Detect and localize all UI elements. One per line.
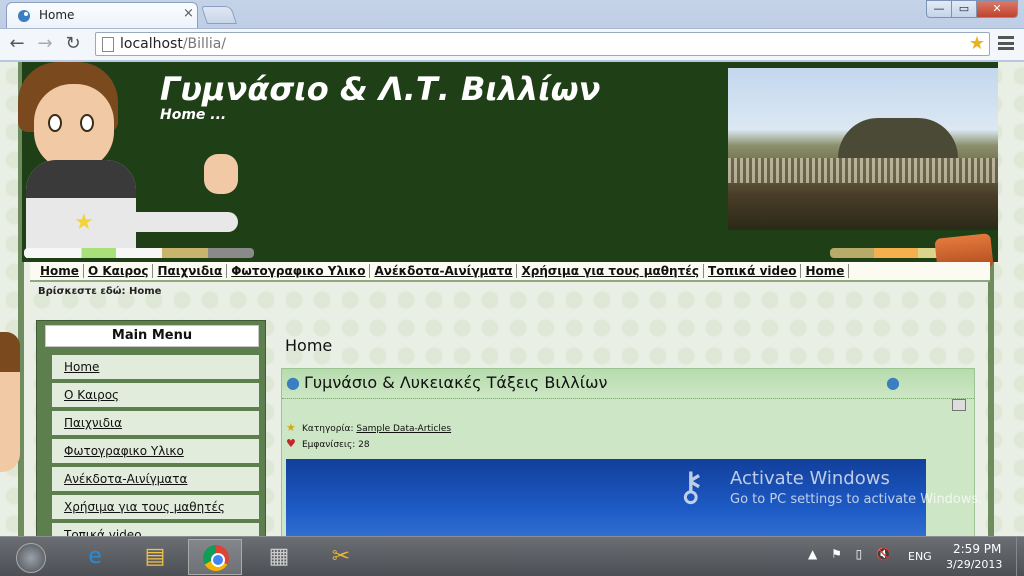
browser-tab[interactable]: Home × [6,2,198,28]
top-navigation: Home Ο Καιρος Παιχνιδια Φωτογραφικο Υλικο Αν… [30,262,990,282]
windows-taskbar: e ▤ ▦ ✂ ▲ ⚑ ▯ 🔇 ENG 2:59 PM 3/29/2013 [0,536,1024,576]
close-window-button[interactable]: ✕ [976,0,1018,18]
article-title: Γυμνάσιο & Λυκειακές Τάξεις Βιλλίων [304,373,608,392]
bookmark-star-icon[interactable]: ★ [969,33,985,54]
main-menu: Main Menu Home Ο Καιρος Παιχνιδια Φωτογρ… [36,320,266,536]
article-category: ★ Κατηγορία: Sample Data-Articles [286,421,451,434]
menu-item-label[interactable]: Χρήσιμα για τους μαθητές [64,500,225,514]
menu-item-label[interactable]: Ο Καιρος [64,388,119,402]
key-icon: ⚷ [676,464,706,510]
joomla-bird-icon: ● [886,373,900,392]
maximize-button[interactable]: ▭ [951,0,977,18]
show-desktop-button[interactable] [1016,537,1024,576]
nav-jokes[interactable]: Ανέκδοτα-Αινίγματα [370,264,518,278]
tab-close-icon[interactable]: × [183,6,194,21]
system-tray: ▲ ⚑ ▯ 🔇 [808,547,901,561]
nav-home[interactable]: Home [36,264,84,278]
nav-photos[interactable]: Φωτογραφικο Υλικο [227,264,371,278]
menu-item-local-video[interactable]: Τοπικά video [47,523,259,536]
article-title-bar: ● Γυμνάσιο & Λυκειακές Τάξεις Βιλλίων ● [282,369,974,399]
watermark-title: Activate Windows [730,468,890,489]
menu-item-home[interactable]: Home [47,355,259,379]
minimize-button[interactable]: — [926,0,952,18]
chrome-menu-icon[interactable] [998,36,1014,50]
nav-games[interactable]: Παιχνιδια [153,264,228,278]
category-label: Κατηγορία: [302,424,354,434]
chrome-icon [203,545,229,571]
internet-explorer-icon[interactable]: e [68,539,122,575]
browser-titlebar: Home × — ▭ ✕ ← → ↻ localhost/Billia/ ★ [0,0,1024,62]
main-menu-title: Main Menu [45,325,259,347]
print-icon[interactable] [952,399,966,411]
nav-items: Home Ο Καιρος Παιχνιδια Φωτογραφικο Υλικο Αν… [36,264,850,278]
character-shirt: ★ [26,160,136,258]
file-explorer-icon[interactable]: ▤ [128,539,182,575]
menu-item-label[interactable]: Φωτογραφικο Υλικο [64,444,184,458]
category-link[interactable]: Sample Data-Articles [356,424,451,434]
menu-item-label[interactable]: Παιχνιδια [64,416,122,430]
character-eye [80,114,94,132]
crayons-image [830,248,940,258]
article-hits: ♥ Εμφανίσεις: 28 [286,437,370,450]
menu-item-label[interactable]: Home [64,360,99,374]
activate-windows-watermark: ⚷ Activate Windows Go to PC settings to … [676,464,996,524]
start-button[interactable] [16,543,46,573]
page-title: Home [285,336,333,355]
character-face [34,84,114,170]
menu-item-label[interactable]: Ανέκδοτα-Αινίγματα [64,472,187,486]
page-icon [102,37,114,52]
menu-item-jokes[interactable]: Ανέκδοτα-Αινίγματα [47,467,259,491]
url-host: localhost [120,36,183,52]
character-arm [118,212,238,232]
forward-icon[interactable]: → [34,32,56,56]
volume-muted-icon[interactable]: 🔇 [876,547,891,561]
chrome-taskbar-button[interactable] [188,539,242,575]
menu-item-weather[interactable]: Ο Καιρος [47,383,259,407]
back-icon[interactable]: ← [6,32,28,56]
new-tab-button[interactable] [201,6,237,24]
clock-time[interactable]: 2:59 PM [953,542,1001,556]
breadcrumb-label: Βρίσκεστε εδώ: [38,286,126,297]
category-star-icon: ★ [286,421,296,434]
character-thumbs-up [204,154,238,194]
character-sleeves [26,160,136,198]
address-bar[interactable]: localhost/Billia/ ★ [95,32,990,56]
nav-home-2[interactable]: Home [801,264,850,278]
hits-label: Εμφανίσεις: [302,440,356,450]
breadcrumb: Βρίσκεστε εδώ: Home [38,286,161,297]
tools-icon[interactable]: ✂ [314,539,368,575]
menu-item-photos[interactable]: Φωτογραφικο Υλικο [47,439,259,463]
browser-toolbar: ← → ↻ localhost/Billia/ ★ [0,28,1024,60]
hits-count: 28 [358,440,370,450]
joomla-favicon-icon [16,8,32,24]
nav-local-video[interactable]: Τοπικά video [704,264,802,278]
watermark-subtitle: Go to PC settings to activate Windows. [730,492,983,507]
tray-expand-icon[interactable]: ▲ [808,547,817,561]
breadcrumb-current: Home [128,286,162,297]
star-icon: ★ [74,210,94,235]
tab-title: Home [39,8,75,22]
page-viewport: Γυμνάσιο & Λ.Τ. Βιλλίων Home ... ★ Home Ο… [0,62,1024,536]
url-text[interactable]: localhost/Billia/ [120,36,226,52]
nav-student-resources[interactable]: Χρήσιμα για τους μαθητές [517,264,705,278]
url-path: /Billia/ [182,36,227,52]
menu-item-student-resources[interactable]: Χρήσιμα για τους μαθητές [47,495,259,519]
character-eye [48,114,62,132]
battery-icon[interactable]: ▯ [856,547,863,561]
action-center-flag-icon[interactable]: ⚑ [831,547,842,561]
chalk-pieces-image [24,248,254,258]
reload-icon[interactable]: ↻ [62,32,84,56]
heart-icon: ♥ [286,437,296,450]
clock-date[interactable]: 3/29/2013 [946,558,1002,571]
joomla-bird-icon: ● [286,373,300,392]
media-player-icon[interactable]: ▦ [252,539,306,575]
nav-weather[interactable]: Ο Καιρος [83,264,154,278]
language-indicator[interactable]: ENG [908,550,932,563]
side-character-image [0,332,20,472]
menu-item-games[interactable]: Παιχνιδια [47,411,259,435]
menu-item-label[interactable]: Τοπικά video [64,528,142,536]
village-photo [728,68,998,230]
cartoon-boy-image: ★ [8,62,248,258]
